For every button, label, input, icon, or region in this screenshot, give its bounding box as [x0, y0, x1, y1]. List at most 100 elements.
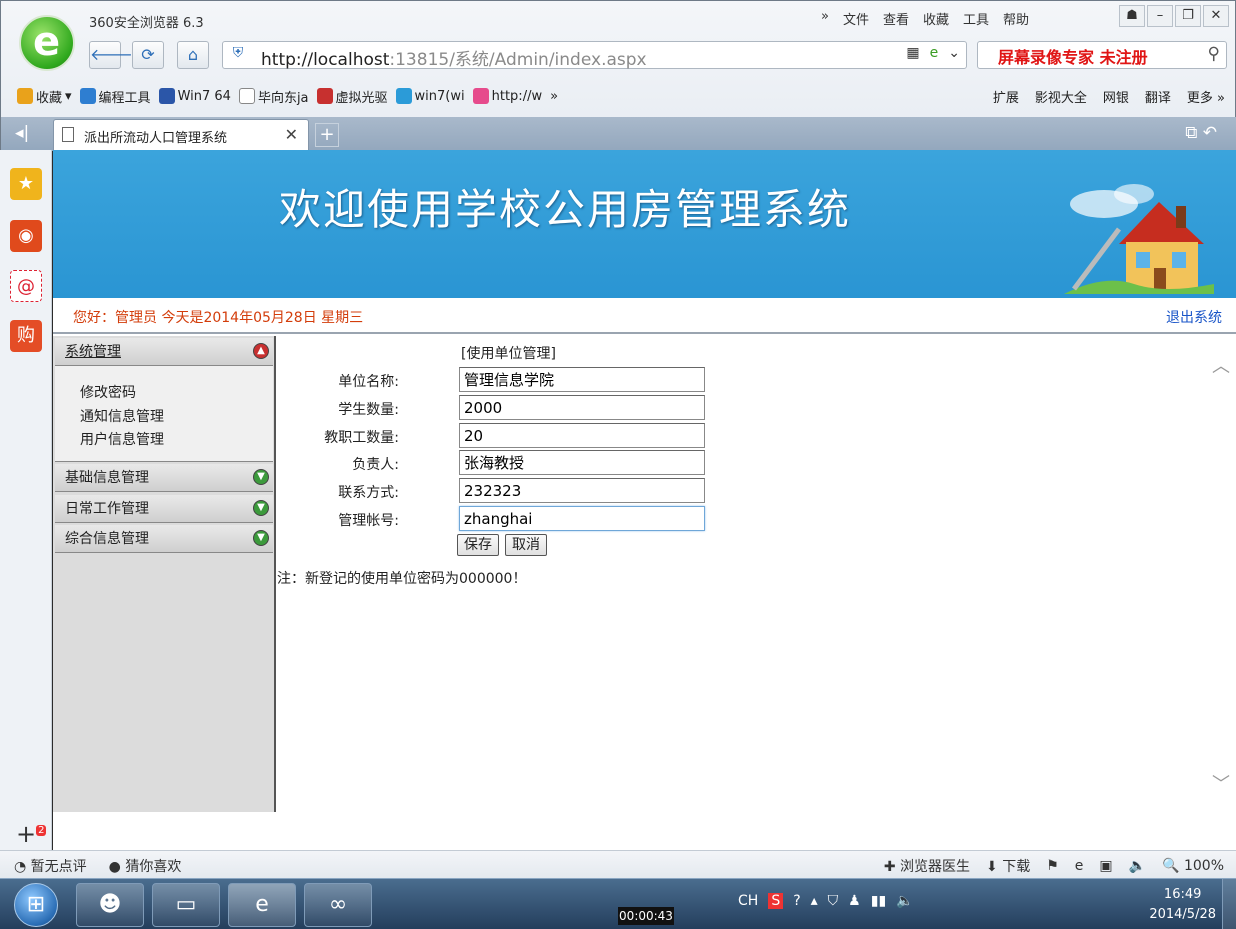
address-url[interactable]: http://localhost:13815/系统/Admin/index.as…	[261, 45, 647, 70]
help-icon[interactable]: ?	[793, 893, 800, 909]
start-button[interactable]: ⊞	[14, 883, 58, 927]
menu-favorites[interactable]: 收藏	[923, 9, 949, 28]
close-button[interactable]: ✕	[1203, 5, 1229, 27]
system-tray: CH S ? ▴ ⛉ ♟ ▮▮ 🔈	[738, 893, 914, 909]
fav-more-chevron[interactable]: »	[550, 89, 558, 104]
fav-item[interactable]: http://w	[472, 88, 542, 104]
nav-section-daily-work[interactable]: 日常工作管理 ▼	[55, 495, 273, 523]
qrcode-icon[interactable]: ▦	[906, 45, 919, 61]
home-button[interactable]: ⌂	[177, 41, 209, 69]
menu-view[interactable]: 查看	[883, 9, 909, 28]
add-icon[interactable]: +2	[16, 820, 47, 848]
menu-help[interactable]: 帮助	[1003, 9, 1029, 28]
minimize-button[interactable]: –	[1147, 5, 1173, 27]
field-label: 教职工数量:	[324, 430, 399, 446]
collapse-icon[interactable]: ▲	[253, 343, 269, 359]
show-desktop-button[interactable]	[1222, 879, 1236, 929]
contact-field[interactable]	[459, 478, 705, 503]
back-button[interactable]: 🡐	[89, 41, 133, 69]
dropdown-chevron-icon[interactable]: ⌄	[948, 45, 960, 61]
close-tab-icon[interactable]: ✕	[285, 125, 298, 144]
zoom-control[interactable]: 🔍 100%	[1162, 858, 1224, 874]
ie-icon[interactable]: e	[1075, 858, 1084, 874]
taskbar-app-game[interactable]: ☻	[76, 883, 144, 927]
qq-icon[interactable]: ♟	[848, 893, 861, 909]
scroll-up-icon[interactable]: ︿	[1212, 352, 1230, 378]
tab-title: 派出所流动人口管理系统	[84, 131, 228, 146]
windows-taskbar: ⊞ ☻ ▭ e ∞ 00:00:43 CH S ? ▴ ⛉ ♟ ▮▮ 🔈 16:…	[0, 878, 1236, 929]
nav-section-comprehensive[interactable]: 综合信息管理 ▼	[55, 525, 273, 553]
ie-mode-icon[interactable]: e	[930, 45, 939, 61]
sound-icon[interactable]: 🔈	[1129, 858, 1146, 874]
form-title: [使用单位管理]	[461, 346, 556, 362]
fav-item[interactable]: 毕向东ja	[238, 87, 309, 106]
expand-icon[interactable]: ▼	[253, 469, 269, 485]
taskbar-app-vs[interactable]: ∞	[304, 883, 372, 927]
restore-button[interactable]: ❐	[1175, 5, 1201, 27]
download-button[interactable]: ⬇ 下载	[986, 856, 1030, 876]
bank-button[interactable]: 网银	[1103, 87, 1129, 106]
fav-item[interactable]: 编程工具	[79, 87, 151, 106]
favorites-right: 扩展 影视大全 网银 翻译 更多 »	[993, 81, 1225, 111]
security-shield-icon: ⛨	[232, 45, 244, 61]
expand-icon[interactable]: ▼	[253, 500, 269, 516]
recommend-item[interactable]: ● 猜你喜欢	[109, 856, 182, 876]
language-indicator[interactable]: CH	[738, 893, 758, 909]
tray-expand-icon[interactable]: ▴	[811, 893, 818, 909]
search-box[interactable]: 屏幕录像专家 未注册 ⚲	[977, 41, 1227, 69]
nav-item-change-password[interactable]: 修改密码	[80, 382, 136, 402]
translate-button[interactable]: 翻译	[1145, 87, 1171, 106]
browser-doctor-button[interactable]: ✚ 浏览器医生	[884, 856, 970, 876]
new-tab-button[interactable]: +	[315, 123, 339, 147]
video-button[interactable]: 影视大全	[1035, 87, 1087, 106]
input-method-icon[interactable]: S	[768, 893, 784, 909]
menu-more[interactable]: »	[821, 9, 829, 28]
rating-item[interactable]: ◔ 暂无点评	[14, 856, 87, 876]
taskbar-app-explorer[interactable]: ▭	[152, 883, 220, 927]
fav-item[interactable]: win7(wi	[395, 88, 465, 104]
extensions-button[interactable]: 扩展	[993, 87, 1019, 106]
fav-item[interactable]: Win7 64	[158, 88, 231, 104]
refresh-button[interactable]: ⟳	[132, 41, 164, 69]
account-field[interactable]	[459, 506, 705, 531]
expand-icon[interactable]: ▼	[253, 530, 269, 546]
fav-item[interactable]: 虚拟光驱	[316, 87, 388, 106]
shopping-icon[interactable]: 购	[10, 320, 42, 352]
nav-item-user-management[interactable]: 用户信息管理	[80, 429, 164, 449]
tab-active[interactable]: 派出所流动人口管理系统 ✕	[53, 119, 309, 151]
volume-icon[interactable]: 🔈	[896, 893, 913, 909]
sidebar-toggle-icon[interactable]: ◂|	[15, 123, 29, 143]
menu-file[interactable]: 文件	[843, 9, 869, 28]
skin-icon[interactable]: ☗	[1119, 5, 1145, 27]
welcome-text: 您好：管理员 今天是2014年05月28日 星期三	[73, 310, 364, 326]
clock-time: 16:49	[1163, 887, 1202, 902]
address-bar[interactable]: ⛨ http://localhost:13815/系统/Admin/index.…	[222, 41, 967, 70]
save-button[interactable]: 保存	[457, 534, 499, 556]
menu-tools[interactable]: 工具	[963, 9, 989, 28]
nav-section-basic-info[interactable]: 基础信息管理 ▼	[55, 464, 273, 492]
nav-section-system[interactable]: 系统管理 ▲	[55, 338, 273, 366]
fav-item[interactable]: 收藏 ▾	[17, 87, 72, 106]
window-icon[interactable]: ▣	[1099, 858, 1112, 874]
mail-icon[interactable]: @	[10, 270, 42, 302]
system-clock[interactable]: 16:49 2014/5/28	[1149, 885, 1216, 925]
scroll-down-icon[interactable]: ﹀	[1212, 770, 1230, 796]
logout-link[interactable]: 退出系统	[1166, 307, 1222, 327]
student-count-field[interactable]	[459, 395, 705, 420]
search-icon[interactable]: ⚲	[1208, 44, 1220, 64]
more-button[interactable]: 更多 »	[1187, 87, 1225, 106]
unit-name-field[interactable]	[459, 367, 705, 392]
security-icon[interactable]: ⛉	[828, 893, 839, 909]
field-label: 联系方式:	[338, 485, 399, 501]
favorites-star-icon[interactable]: ★	[10, 168, 42, 200]
field-label: 管理帐号:	[338, 513, 399, 529]
cancel-button[interactable]: 取消	[505, 534, 547, 556]
taskbar-app-browser[interactable]: e	[228, 883, 296, 927]
nav-item-notice-management[interactable]: 通知信息管理	[80, 406, 164, 426]
flag-icon[interactable]: ⚑	[1046, 858, 1059, 874]
manager-field[interactable]	[459, 450, 705, 475]
weibo-icon[interactable]: ◉	[10, 220, 42, 252]
network-icon[interactable]: ▮▮	[871, 893, 886, 909]
tab-tools-icon[interactable]: ⧉ ↶	[1185, 123, 1217, 143]
staff-count-field[interactable]	[459, 423, 705, 448]
